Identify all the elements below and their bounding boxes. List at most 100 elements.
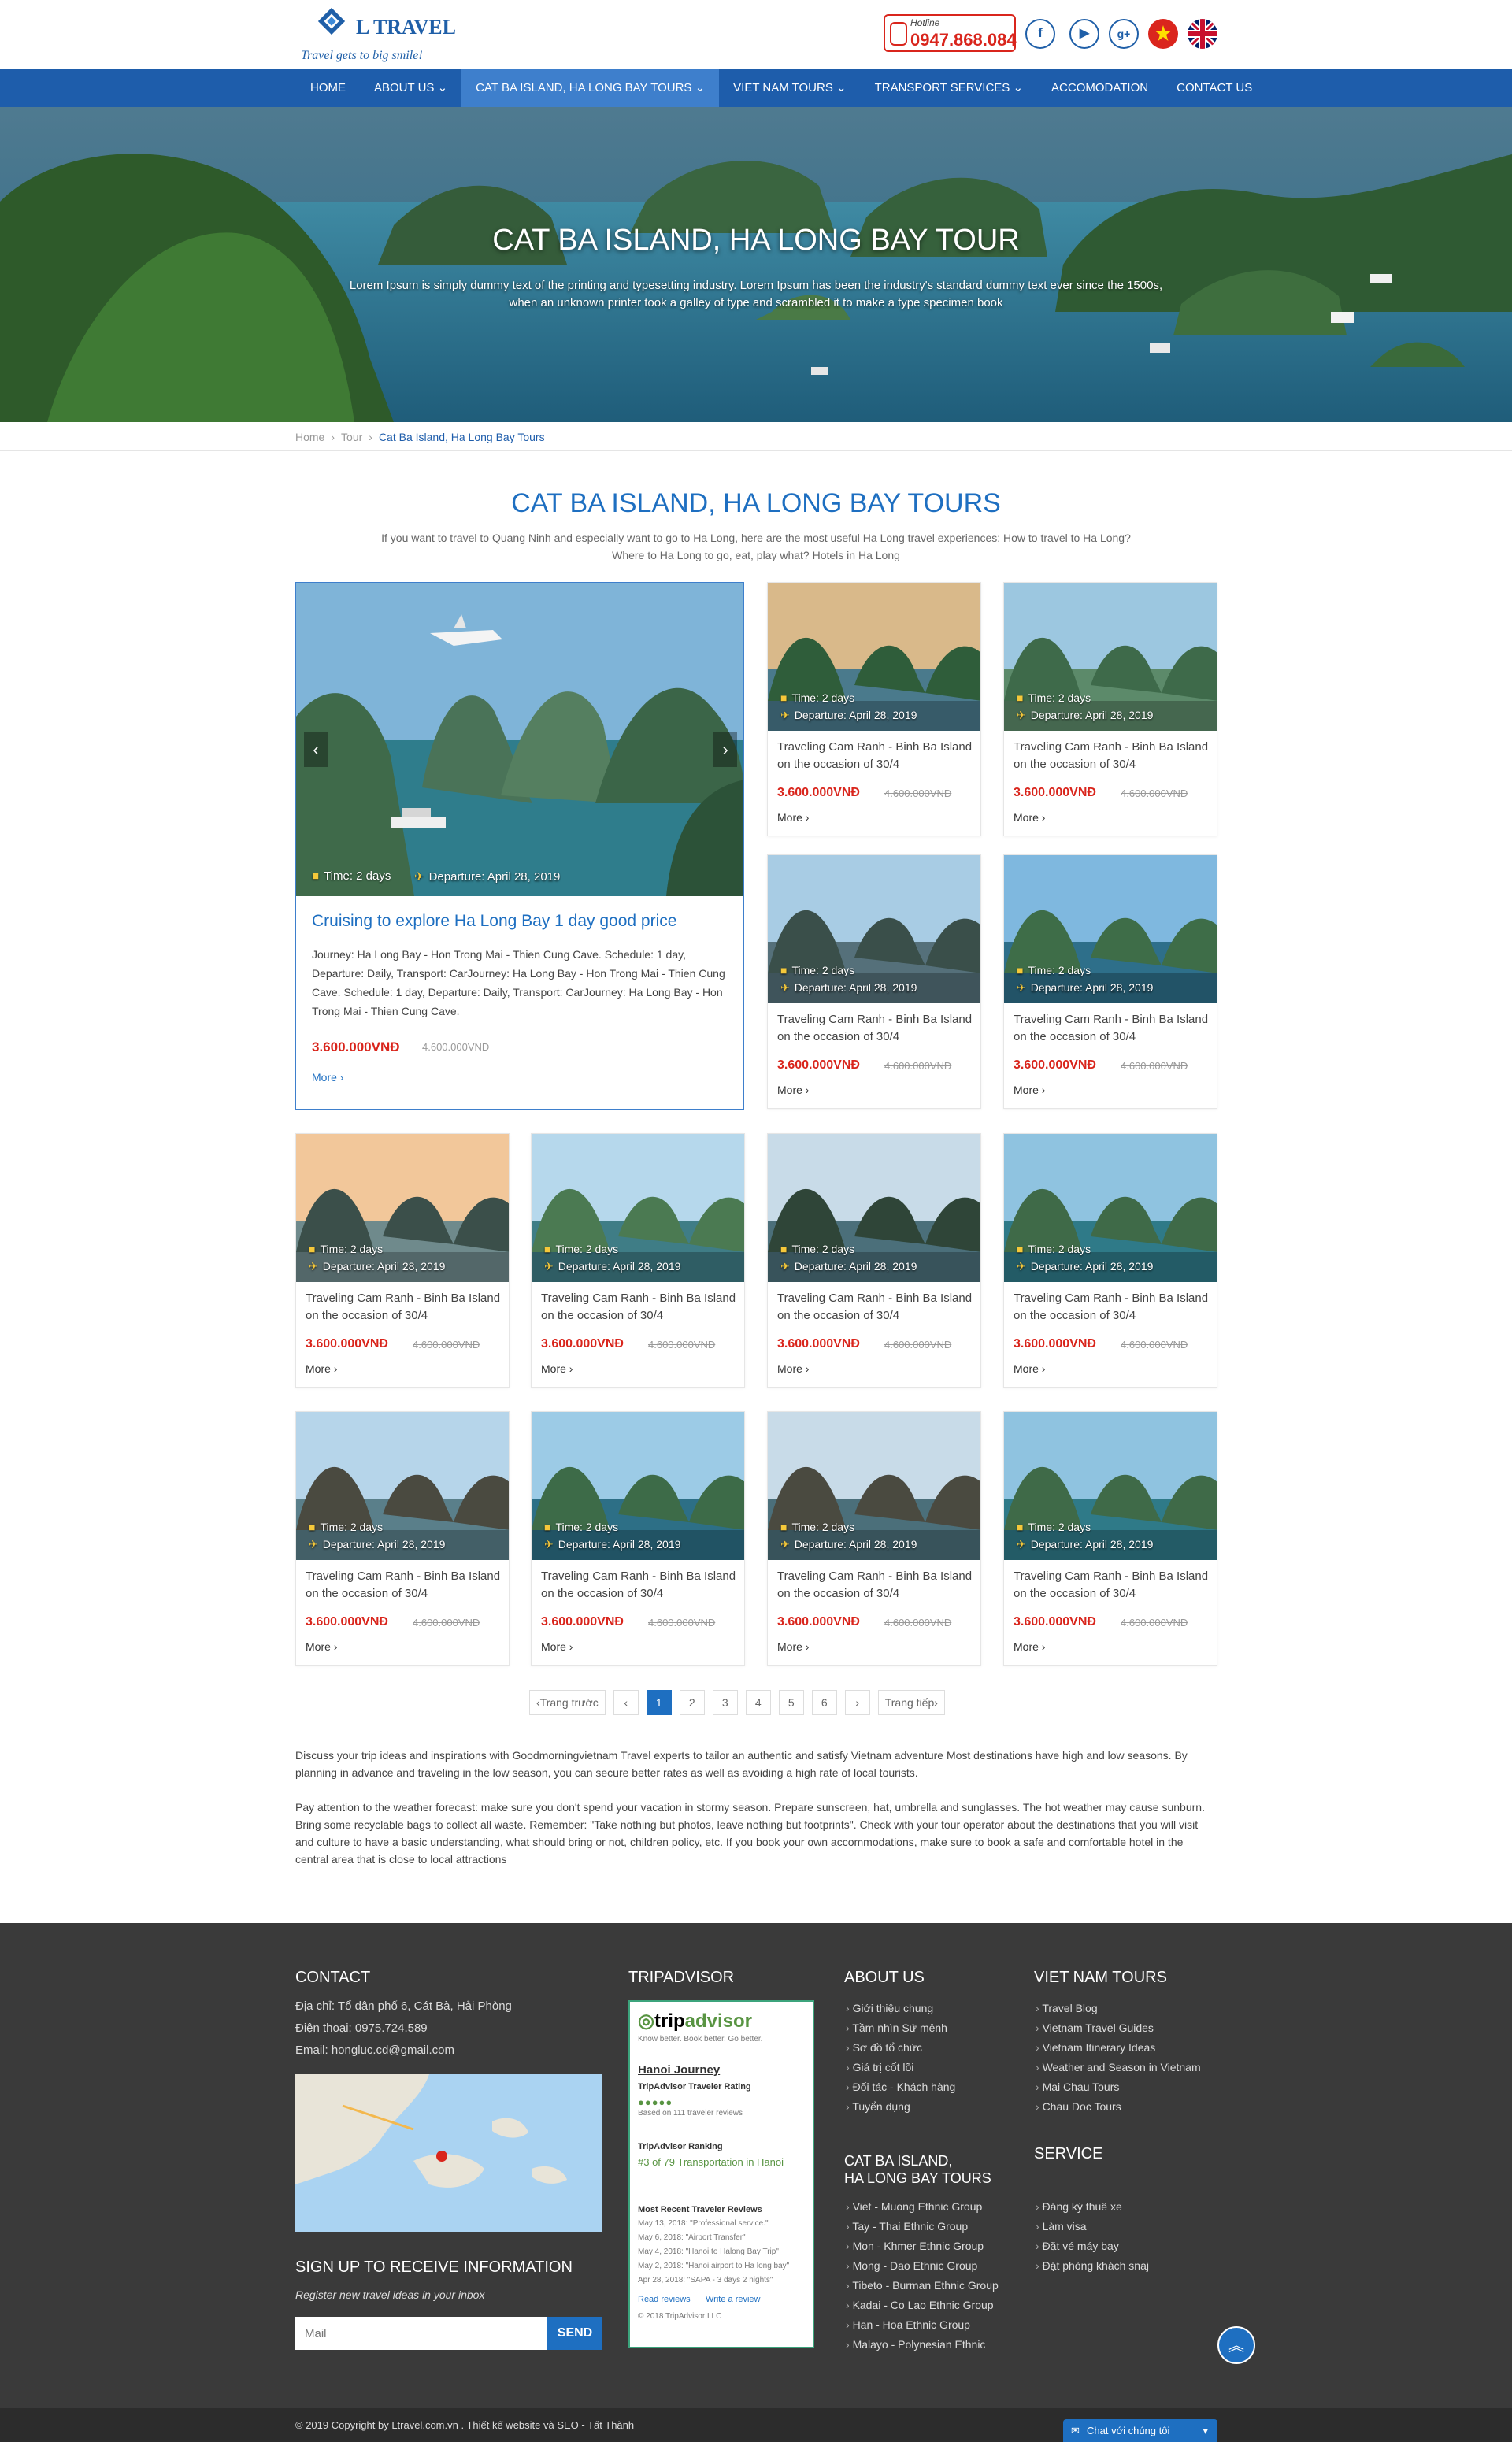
tour-card[interactable]: ■ Time: 2 days ✈ Departure: April 28, 2019 T…: [767, 1133, 981, 1388]
pager-page-4[interactable]: 4: [745, 1690, 771, 1715]
tour-title[interactable]: Traveling Cam Ranh - Binh Ba Island on t…: [1014, 1568, 1210, 1603]
tour-title[interactable]: Traveling Cam Ranh - Binh Ba Island on t…: [777, 1011, 974, 1046]
facebook-icon[interactable]: f: [1025, 19, 1055, 49]
breadcrumb-home[interactable]: Home: [295, 431, 324, 443]
vietnam-flag-icon[interactable]: [1148, 19, 1178, 49]
tour-more-link[interactable]: More ›: [1014, 1084, 1045, 1096]
footer-catba-link[interactable]: Tibeto - Burman Ethnic Group: [846, 2276, 998, 2296]
footer-about-link[interactable]: Sơ đồ tổ chức: [846, 2038, 955, 2058]
nav-contact-us[interactable]: CONTACT US: [1162, 69, 1266, 107]
footer-vietnam-link[interactable]: Chau Doc Tours: [1036, 2097, 1201, 2117]
footer-service-link[interactable]: Đặt phòng khách snaj: [1036, 2256, 1149, 2276]
footer-catba-link[interactable]: Malayo - Polynesian Ethnic: [846, 2335, 999, 2355]
tripadvisor-review[interactable]: May 13, 2018: "Professional service.": [638, 2219, 769, 2228]
tour-more-link[interactable]: More ›: [777, 811, 809, 824]
google-plus-icon[interactable]: g+: [1109, 19, 1139, 49]
tour-card[interactable]: ■ Time: 2 days ✈ Departure: April 28, 2019 T…: [295, 1411, 510, 1666]
footer-vietnam-link[interactable]: Weather and Season in Vietnam: [1036, 2058, 1201, 2077]
pager-prev-text[interactable]: ‹Trang trước: [529, 1690, 606, 1715]
newsletter-send-button[interactable]: SEND: [547, 2317, 602, 2350]
tour-title[interactable]: Traveling Cam Ranh - Binh Ba Island on t…: [777, 1568, 974, 1603]
tour-more-link[interactable]: More ›: [306, 1362, 337, 1375]
pager-page-6[interactable]: 6: [811, 1690, 837, 1715]
tour-title[interactable]: Traveling Cam Ranh - Binh Ba Island on t…: [541, 1568, 738, 1603]
featured-more-link[interactable]: More ›: [312, 1071, 343, 1084]
tour-more-link[interactable]: More ›: [541, 1640, 573, 1653]
footer-service-link[interactable]: Làm visa: [1036, 2217, 1149, 2236]
tour-title[interactable]: Traveling Cam Ranh - Binh Ba Island on t…: [1014, 1290, 1210, 1325]
scroll-to-top-icon[interactable]: ︽: [1217, 2326, 1255, 2364]
footer-vietnam-link[interactable]: Vietnam Itinerary Ideas: [1036, 2038, 1201, 2058]
footer-about-link[interactable]: Giá trị cốt lõi: [846, 2058, 955, 2077]
tour-card[interactable]: ■ Time: 2 days ✈ Departure: April 28, 2019 T…: [1003, 854, 1217, 1109]
tour-card[interactable]: ■ Time: 2 days ✈ Departure: April 28, 2019 T…: [767, 1411, 981, 1666]
footer-catba-link[interactable]: Han - Hoa Ethnic Group: [846, 2315, 999, 2335]
footer-about-link[interactable]: Tuyển dụng: [846, 2097, 955, 2117]
pager-prev[interactable]: ‹: [613, 1690, 639, 1715]
tour-card[interactable]: ■ Time: 2 days ✈ Departure: April 28, 2019 T…: [531, 1133, 745, 1388]
tripadvisor-rank[interactable]: #3 of 79 Transportation in Hanoi: [638, 2156, 803, 2168]
footer-vietnam-link[interactable]: Mai Chau Tours: [1036, 2077, 1201, 2097]
youtube-icon[interactable]: ▶: [1069, 19, 1099, 49]
read-reviews-link[interactable]: Read reviews: [638, 2295, 691, 2304]
footer-about-link[interactable]: Đối tác - Khách hàng: [846, 2077, 956, 2097]
nav-about-us[interactable]: ABOUT US ⌄: [360, 69, 461, 107]
nav-vietnam-tours[interactable]: VIET NAM TOURS ⌄: [719, 69, 860, 107]
tour-title[interactable]: Traveling Cam Ranh - Binh Ba Island on t…: [306, 1568, 502, 1603]
tour-title[interactable]: Traveling Cam Ranh - Binh Ba Island on t…: [1014, 739, 1210, 773]
tripadvisor-review[interactable]: May 4, 2018: "Hanoi to Halong Bay Trip": [638, 2247, 779, 2256]
hotline-box[interactable]: Hotline 0947.868.084: [884, 14, 1017, 52]
footer-service-link[interactable]: Đặt vé máy bay: [1036, 2236, 1149, 2256]
tour-title[interactable]: Traveling Cam Ranh - Binh Ba Island on t…: [777, 1290, 974, 1325]
nav-transport-services[interactable]: TRANSPORT SERVICES ⌄: [861, 69, 1037, 107]
tripadvisor-review[interactable]: May 2, 2018: "Hanoi airport to Ha long b…: [638, 2262, 789, 2270]
tour-more-link[interactable]: More ›: [306, 1640, 337, 1653]
tour-card[interactable]: ■ Time: 2 days ✈ Departure: April 28, 2019 T…: [531, 1411, 745, 1666]
featured-title[interactable]: Cruising to explore Ha Long Bay 1 day go…: [312, 912, 676, 931]
uk-flag-icon[interactable]: [1188, 19, 1217, 49]
tour-more-link[interactable]: More ›: [1014, 811, 1045, 824]
pager-page-2[interactable]: 2: [679, 1690, 705, 1715]
breadcrumb-tour[interactable]: Tour: [341, 431, 362, 443]
site-logo[interactable]: L TRAVEL Travel gets to big smile!: [301, 5, 458, 66]
newsletter-email-input[interactable]: [295, 2317, 547, 2350]
tour-more-link[interactable]: More ›: [777, 1640, 809, 1653]
tour-more-link[interactable]: More ›: [1014, 1362, 1045, 1375]
write-review-link[interactable]: Write a review: [706, 2295, 760, 2304]
pager-page-3[interactable]: 3: [712, 1690, 738, 1715]
tour-more-link[interactable]: More ›: [777, 1084, 809, 1096]
tripadvisor-hotel-name[interactable]: Hanoi Journey: [638, 2063, 720, 2077]
footer-vietnam-link[interactable]: Vietnam Travel Guides: [1036, 2018, 1201, 2038]
tour-more-link[interactable]: More ›: [777, 1362, 809, 1375]
slider-next-button[interactable]: ›: [713, 732, 737, 767]
tour-card[interactable]: ■ Time: 2 days ✈ Departure: April 28, 2019 T…: [1003, 582, 1217, 836]
footer-catba-link[interactable]: Mon - Khmer Ethnic Group: [846, 2236, 999, 2256]
pager-next[interactable]: ›: [844, 1690, 870, 1715]
footer-about-link[interactable]: Giới thiệu chung: [846, 1999, 955, 2018]
chat-button[interactable]: ✉ Chat với chúng tôi ▾: [1063, 2419, 1217, 2442]
footer-vietnam-link[interactable]: Travel Blog: [1036, 1999, 1201, 2018]
tour-title[interactable]: Traveling Cam Ranh - Binh Ba Island on t…: [541, 1290, 738, 1325]
footer-about-link[interactable]: Tầm nhìn Sứ mệnh: [846, 2018, 955, 2038]
nav-home[interactable]: HOME: [296, 69, 360, 107]
tour-title[interactable]: Traveling Cam Ranh - Binh Ba Island on t…: [777, 739, 974, 773]
tour-title[interactable]: Traveling Cam Ranh - Binh Ba Island on t…: [1014, 1011, 1210, 1046]
nav-cat-ba-tours[interactable]: CAT BA ISLAND, HA LONG BAY TOURS ⌄: [461, 69, 720, 107]
footer-catba-link[interactable]: Tay - Thai Ethnic Group: [846, 2217, 999, 2236]
tour-more-link[interactable]: More ›: [541, 1362, 573, 1375]
pager-page-1[interactable]: 1: [646, 1690, 672, 1715]
tripadvisor-review[interactable]: May 6, 2018: "Airport Transfer": [638, 2233, 746, 2242]
pager-next-text[interactable]: Trang tiếp›: [877, 1690, 945, 1715]
tour-card[interactable]: ■ Time: 2 days ✈ Departure: April 28, 2019 T…: [295, 1133, 510, 1388]
tour-more-link[interactable]: More ›: [1014, 1640, 1045, 1653]
pager-page-5[interactable]: 5: [778, 1690, 804, 1715]
featured-tour-card[interactable]: ‹ › ■ Time: 2 days ✈ Departure: April 28, …: [295, 582, 744, 1110]
tour-card[interactable]: ■ Time: 2 days ✈ Departure: April 28, 2019 T…: [1003, 1411, 1217, 1666]
slider-prev-button[interactable]: ‹: [304, 732, 328, 767]
tripadvisor-review[interactable]: Apr 28, 2018: "SAPA - 3 days 2 nights": [638, 2276, 773, 2285]
nav-accomodation[interactable]: ACCOMODATION: [1037, 69, 1162, 107]
footer-catba-link[interactable]: Kadai - Co Lao Ethnic Group: [846, 2296, 999, 2315]
tripadvisor-widget[interactable]: ◎tripadvisor Know better. Book better. G…: [628, 2000, 814, 2348]
footer-service-link[interactable]: Đăng ký thuê xe: [1036, 2197, 1149, 2217]
tour-card[interactable]: ■ Time: 2 days ✈ Departure: April 28, 2019 T…: [1003, 1133, 1217, 1388]
